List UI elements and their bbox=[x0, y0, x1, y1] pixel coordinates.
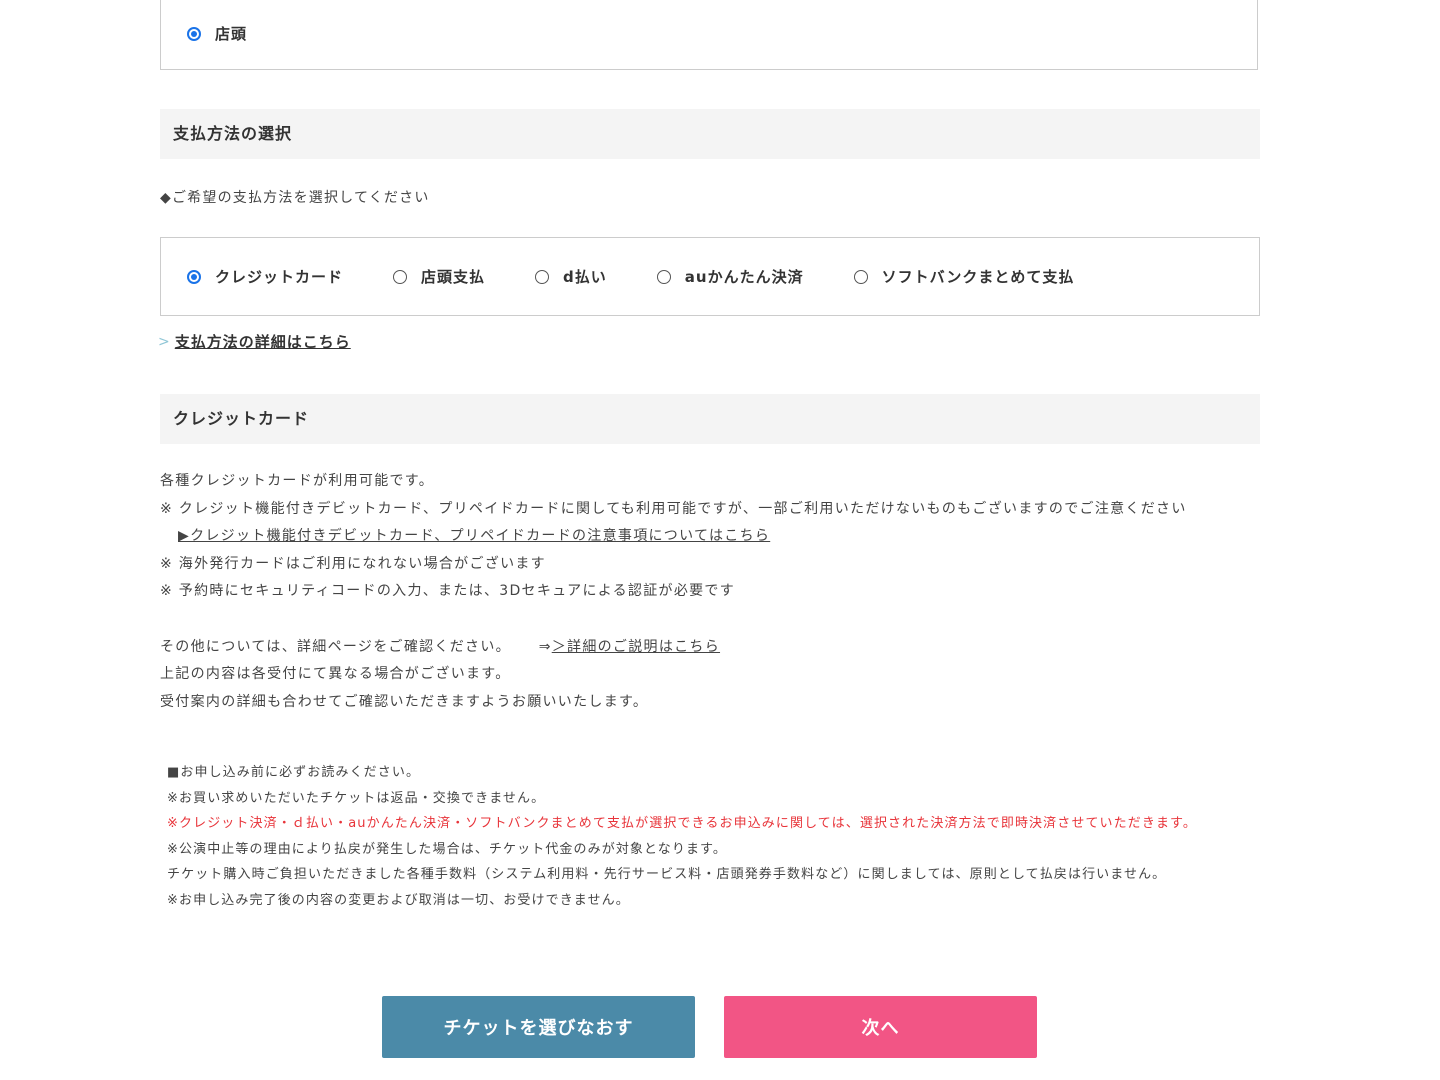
payment-option-credit-card[interactable]: クレジットカード bbox=[187, 266, 343, 287]
payment-radio-au[interactable] bbox=[656, 269, 671, 284]
credit-debit-notice-row: ▶クレジット機能付きデビットカード、プリペイドカードの注意事項についてはこちら bbox=[160, 523, 1270, 551]
credit-info-line: 受付案内の詳細も合わせてご確認いただきますようお願いいたします。 bbox=[160, 693, 649, 710]
credit-detail-row: その他については、詳細ページをご確認ください。 ⇒＞詳細のご説明はこちら bbox=[160, 634, 1270, 662]
payment-option-label: auかんたん決済 bbox=[684, 268, 804, 286]
credit-card-info: 各種クレジットカードが利用可能です。 ※ クレジット機能付きデビットカード、プリ… bbox=[160, 468, 1270, 716]
payment-option-store[interactable]: 店頭支払 bbox=[393, 266, 485, 287]
payment-option-d-barai[interactable]: d払い bbox=[535, 266, 607, 287]
payment-instruction: ◆ご希望の支払方法を選択してください bbox=[160, 190, 430, 206]
payment-page: 店頭 支払方法の選択 ◆ご希望の支払方法を選択してください クレジットカード 店… bbox=[0, 0, 1440, 1080]
next-button[interactable]: 次へ bbox=[724, 996, 1037, 1058]
chevron-right-icon: > bbox=[158, 333, 171, 350]
credit-info-line: ※ 海外発行カードはご利用になれない場合がございます bbox=[160, 555, 546, 572]
notice-heading: ■お申し込み前に必ずお読みください。 bbox=[167, 765, 421, 780]
notice-line: チケット購入時ご負担いただきました各種手数料（システム利用料・先行サービス料・店… bbox=[167, 867, 1167, 882]
pickup-option-store[interactable]: 店頭 bbox=[187, 23, 247, 44]
notice-line: ※お申し込み完了後の内容の変更および取消は一切、お受けできません。 bbox=[167, 892, 630, 908]
payment-detail-link-text: 支払方法の詳細はこちら bbox=[174, 333, 351, 351]
payment-radio-store[interactable] bbox=[393, 269, 408, 284]
notice-line: ※お買い求めいただいたチケットは返品・交換できません。 bbox=[167, 790, 546, 806]
payment-option-softbank[interactable]: ソフトバンクまとめて支払 bbox=[853, 266, 1075, 287]
credit-info-line: ※ クレジット機能付きデビットカード、プリペイドカードに関しても利用可能ですが、… bbox=[160, 500, 1187, 517]
notice-line-red: ※クレジット決済・ｄ払い・auかんたん決済・ソフトバンクまとめて支払が選択できる… bbox=[167, 816, 1197, 831]
payment-radio-d-barai[interactable] bbox=[535, 269, 550, 284]
payment-option-label: ソフトバンクまとめて支払 bbox=[881, 268, 1075, 286]
credit-info-line: 上記の内容は各受付にて異なる場合がございます。 bbox=[160, 666, 511, 683]
debit-prepaid-notice-link[interactable]: ▶クレジット機能付きデビットカード、プリペイドカードの注意事項についてはこちら bbox=[178, 528, 770, 544]
payment-option-label: d払い bbox=[563, 268, 607, 286]
pickup-method-box: 店頭 bbox=[160, 0, 1258, 70]
pickup-option-label: 店頭 bbox=[215, 25, 248, 43]
payment-options-box: クレジットカード 店頭支払 d払い auかんたん決済 ソフトバンクまとめて支払 bbox=[160, 237, 1260, 316]
credit-detail-link[interactable]: ＞詳細のご説明はこちら bbox=[552, 639, 720, 655]
payment-option-label: クレジットカード bbox=[215, 268, 344, 286]
payment-radio-softbank[interactable] bbox=[853, 269, 868, 284]
payment-detail-link[interactable]: > 支払方法の詳細はこちら bbox=[158, 331, 351, 352]
payment-radio-credit-card[interactable] bbox=[187, 269, 201, 284]
credit-info-line: 各種クレジットカードが利用可能です。 bbox=[160, 473, 434, 489]
payment-option-au[interactable]: auかんたん決済 bbox=[656, 266, 804, 287]
arrow-icon: ⇒ bbox=[538, 638, 552, 655]
reselect-tickets-button[interactable]: チケットを選びなおす bbox=[382, 996, 695, 1058]
payment-section-title: 支払方法の選択 bbox=[160, 109, 1260, 159]
payment-option-label: 店頭支払 bbox=[421, 268, 486, 286]
credit-card-section-title: クレジットカード bbox=[160, 394, 1260, 444]
pre-application-notice: ■お申し込み前に必ずお読みください。 ※お買い求めいただいたチケットは返品・交換… bbox=[167, 760, 1257, 913]
credit-detail-text: その他については、詳細ページをご確認ください。 bbox=[160, 638, 511, 655]
credit-info-line: ※ 予約時にセキュリティコードの入力、または、3Dセキュアによる認証が必要です bbox=[160, 583, 736, 600]
notice-line: ※公演中止等の理由により払戻が発生した場合は、チケット代金のみが対象となります。 bbox=[167, 841, 727, 857]
pickup-radio-store[interactable] bbox=[187, 26, 201, 41]
